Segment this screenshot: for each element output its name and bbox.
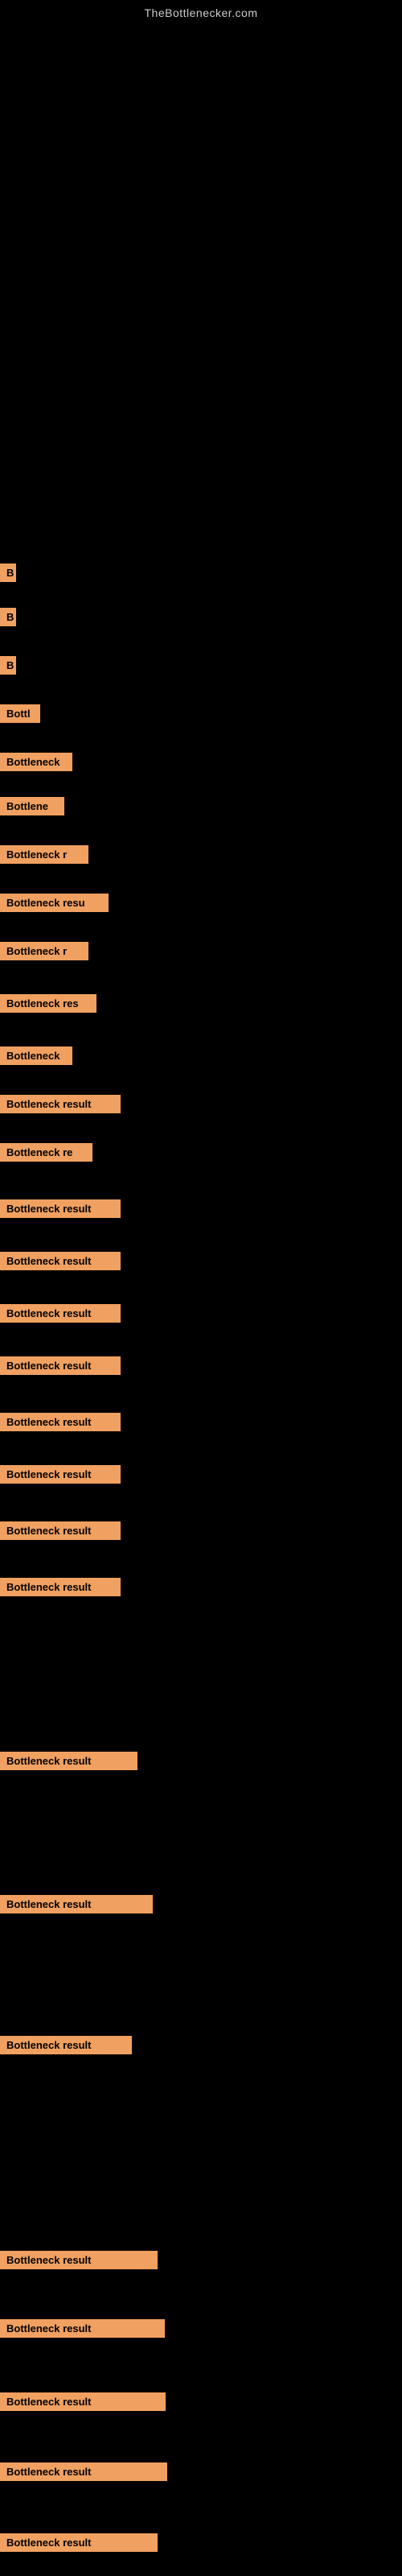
result-item: Bottleneck result [0,1095,121,1113]
result-item: Bottleneck result [0,1578,121,1596]
result-item: Bottleneck result [0,2251,158,2269]
result-item: Bottleneck res [0,994,96,1013]
result-item: Bottleneck result [0,1252,121,1270]
result-item: Bottleneck [0,1046,72,1065]
result-item: Bottleneck result [0,1752,137,1770]
result-item: Bottleneck [0,753,72,771]
result-item: Bottleneck r [0,942,88,960]
result-item: Bottleneck r [0,845,88,864]
result-item: Bottleneck result [0,1356,121,1375]
result-item: Bottleneck re [0,1143,92,1162]
result-item: Bottlene [0,797,64,815]
result-item: Bottleneck result [0,2533,158,2552]
result-item: Bottleneck result [0,1199,121,1218]
result-item: Bottleneck result [0,1413,121,1431]
result-item: Bottleneck result [0,2319,165,2338]
result-item: Bottleneck result [0,2462,167,2481]
result-item: Bottleneck result [0,1521,121,1540]
result-item: Bottleneck result [0,2036,132,2054]
result-item: Bottl [0,704,40,723]
result-item: Bottleneck result [0,2392,166,2411]
result-item: B [0,656,16,675]
result-item: Bottleneck resu [0,894,109,912]
result-item: B [0,608,16,626]
result-item: B [0,564,16,582]
result-item: Bottleneck result [0,1895,153,1913]
result-item: Bottleneck result [0,1465,121,1484]
site-title: TheBottlenecker.com [0,0,402,19]
result-item: Bottleneck result [0,1304,121,1323]
